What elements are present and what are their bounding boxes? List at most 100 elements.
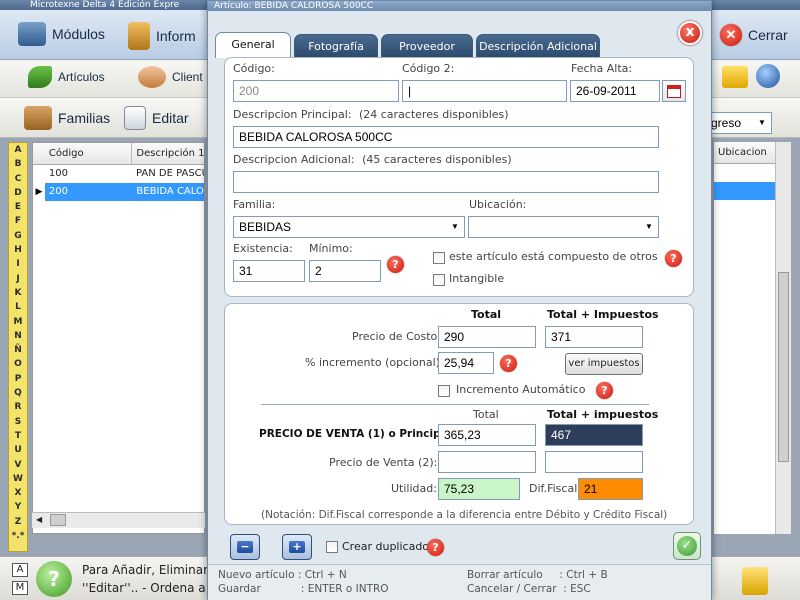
scroll-thumb[interactable] [778, 272, 789, 462]
articles-tab[interactable]: Artículos [28, 66, 105, 88]
alpha-filter-letter[interactable]: K [15, 286, 22, 300]
alpha-filter-letter[interactable]: M [14, 315, 23, 329]
ok-button[interactable]: ✓ [673, 532, 701, 560]
alphabet-filter: A B C D E F G H I J K L M N Ñ O P Q R S T U V W X Y Z *.* [8, 142, 28, 552]
col-codigo[interactable]: Código [44, 143, 133, 165]
alpha-filter-letter[interactable]: H [14, 243, 22, 257]
alpha-filter-letter[interactable]: V [15, 458, 22, 472]
folder-icon[interactable] [722, 66, 748, 88]
ubicacion-select[interactable]: ▼ [468, 216, 659, 238]
order-select-value: greso [711, 116, 742, 130]
compuesto-checkbox[interactable] [433, 252, 445, 264]
alpha-filter-letter[interactable]: Y [15, 500, 22, 514]
close-app-button[interactable]: ✕ Cerrar [720, 24, 788, 46]
table-row-selected[interactable] [714, 182, 775, 200]
col-ubicacion[interactable]: Ubicacion [714, 142, 775, 164]
alpha-filter-letter[interactable]: S [15, 415, 21, 429]
chevron-down-icon: ▼ [645, 222, 653, 231]
lock-icon[interactable] [742, 567, 768, 595]
familia-select[interactable]: BEBIDAS ▼ [233, 216, 465, 238]
alpha-filter-letter[interactable]: G [14, 229, 21, 243]
reports-menu[interactable]: Inform [128, 22, 196, 50]
alpha-filter-letter[interactable]: B [15, 157, 22, 171]
alpha-filter-letter[interactable]: A [15, 143, 22, 157]
articles-grid-right: Ubicacion [713, 142, 775, 534]
incremento-field[interactable]: 25,94 [438, 352, 494, 374]
help-icon[interactable]: ? [596, 382, 613, 399]
existencia-field[interactable]: 31 [233, 260, 305, 282]
total-header-2: Total [473, 408, 499, 421]
table-row-selected[interactable]: ▶ 200 BEBIDA CALO [33, 183, 204, 201]
alpha-filter-letter[interactable]: L [15, 300, 21, 314]
desc-principal-field[interactable]: BEBIDA CALOROSA 500CC [233, 126, 659, 148]
alpha-filter-letter[interactable]: F [15, 214, 21, 228]
alpha-filter-letter[interactable]: W [13, 472, 23, 486]
col-descripcion[interactable]: Descripción 1 [132, 143, 204, 165]
precio-costo-total-field[interactable]: 290 [438, 326, 536, 348]
tab-general[interactable]: General [215, 32, 291, 58]
alpha-filter-letter[interactable]: D [14, 186, 21, 200]
precio-venta2-total-field[interactable] [438, 451, 536, 473]
precio-venta1-impuestos-field[interactable]: 467 [545, 424, 643, 446]
codigo-field[interactable]: 200 [233, 80, 399, 102]
alpha-filter-letter[interactable]: X [15, 486, 22, 500]
fecha-alta-field[interactable]: 26-09-2011 [570, 80, 660, 102]
alpha-filter-letter[interactable]: O [14, 357, 22, 371]
families-button[interactable]: Familias [24, 106, 110, 130]
table-row[interactable] [714, 164, 775, 182]
precio-venta2-impuestos-field[interactable] [545, 451, 643, 473]
tab-fotografia[interactable]: Fotografía [294, 34, 378, 58]
alpha-filter-letter[interactable]: Z [15, 515, 22, 529]
intangible-checkbox[interactable] [433, 274, 445, 286]
help-icon[interactable]: ? [665, 250, 682, 267]
grid-vertical-scrollbar[interactable] [775, 142, 791, 534]
alpha-filter-letter[interactable]: P [15, 372, 22, 386]
alpha-filter-letter[interactable]: E [15, 200, 21, 214]
precio-venta2-label: Precio de Venta (2): [329, 456, 438, 469]
alpha-filter-letter[interactable]: U [14, 443, 21, 457]
grid-horizontal-scrollbar[interactable]: ◀ [32, 512, 205, 528]
clients-tab[interactable]: Client [138, 66, 203, 88]
order-select[interactable]: greso ▼ [708, 112, 772, 134]
tab-descripcion-adicional[interactable]: Descripción Adicional [476, 34, 600, 58]
key-a[interactable]: A [12, 563, 28, 577]
ver-impuestos-button[interactable]: ver impuestos [565, 353, 643, 375]
alpha-filter-letter[interactable]: J [16, 272, 19, 286]
incremento-automatico-checkbox[interactable] [438, 385, 450, 397]
scroll-thumb[interactable] [50, 514, 66, 526]
crear-duplicado-checkbox[interactable] [326, 541, 338, 553]
modules-menu[interactable]: Módulos [18, 22, 105, 46]
tab-proveedor[interactable]: Proveedor [381, 34, 473, 58]
alpha-filter-letter[interactable]: R [15, 400, 22, 414]
existencia-label: Existencia: [233, 242, 293, 255]
alpha-filter-letter[interactable]: *.* [12, 529, 25, 543]
hint-delete: Borrar artículo : Ctrl + B [467, 569, 608, 581]
alpha-filter-letter[interactable]: Ñ [14, 343, 22, 357]
articles-grid: Código Descripción 1 100 PAN DE PASCU ▶ … [32, 142, 205, 534]
codigo2-field[interactable]: | [402, 80, 567, 102]
edit-button[interactable]: Editar [124, 106, 189, 130]
desc-adicional-field[interactable] [233, 171, 659, 193]
help-icon[interactable]: ? [387, 256, 404, 273]
key-m[interactable]: M [12, 581, 28, 595]
alpha-filter-letter[interactable]: I [16, 257, 19, 271]
table-row[interactable]: 100 PAN DE PASCU [33, 165, 204, 183]
alpha-filter-letter[interactable]: N [14, 329, 22, 343]
precio-venta1-total-field[interactable]: 365,23 [438, 424, 536, 446]
next-button[interactable]: + [282, 534, 312, 560]
precio-costo-impuestos-field[interactable]: 371 [545, 326, 643, 348]
globe-icon[interactable] [756, 64, 780, 88]
utilidad-label: Utilidad: [391, 482, 437, 495]
help-icon[interactable]: ? [500, 355, 517, 372]
alpha-filter-letter[interactable]: Q [14, 386, 22, 400]
minimo-field[interactable]: 2 [309, 260, 381, 282]
previous-button[interactable]: − [230, 534, 260, 560]
alpha-filter-letter[interactable]: C [15, 172, 22, 186]
plus-icon: + [289, 541, 305, 553]
desc-principal-label-text: Descripcion Principal: [233, 108, 352, 121]
close-icon[interactable]: x [678, 21, 702, 45]
alpha-filter-letter[interactable]: T [15, 429, 21, 443]
calendar-button[interactable] [662, 80, 686, 102]
help-icon[interactable]: ? [427, 539, 444, 556]
familia-label: Familia: [233, 198, 276, 211]
